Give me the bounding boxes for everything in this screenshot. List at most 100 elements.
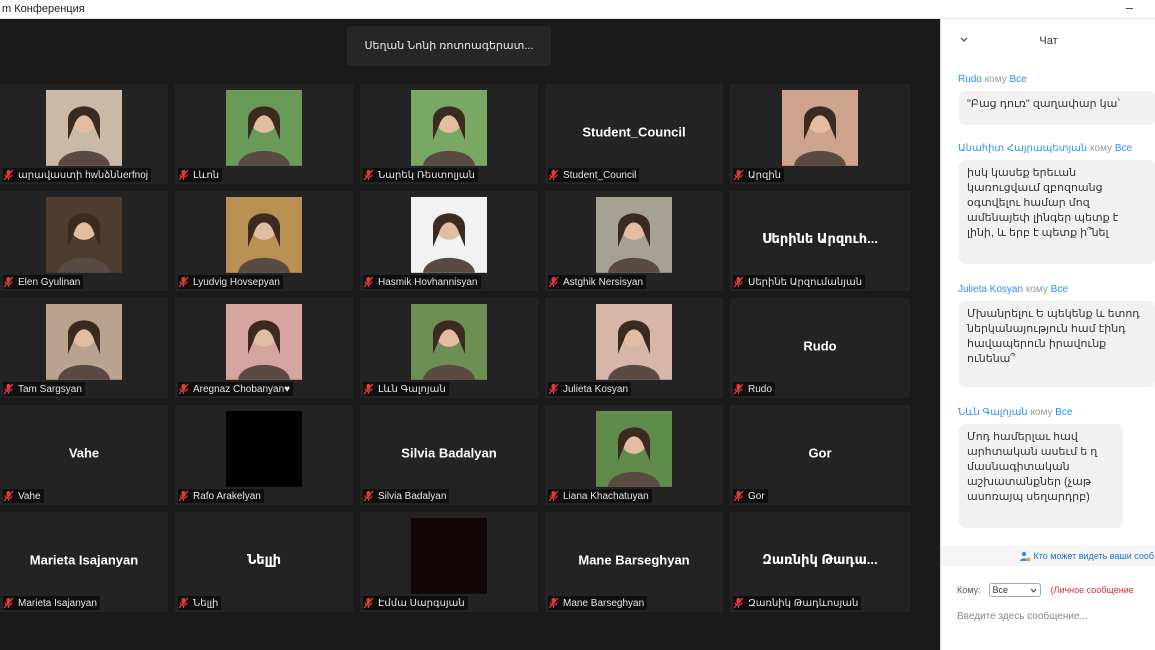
participant-tile[interactable]: Նարեկ Ռեստոլյան <box>360 84 538 184</box>
participant-tile[interactable]: Սերինե Արզուհ... Սերինե Արզումանյան <box>730 191 910 291</box>
participant-tile[interactable]: Liana Khachatuyan <box>545 405 723 505</box>
chat-header: Чат <box>941 19 1155 61</box>
muted-mic-icon <box>548 597 559 609</box>
participant-video <box>596 196 672 273</box>
participant-tile[interactable]: Արզին <box>730 84 910 184</box>
participant-name: Նարեկ Ռեստոլյան <box>378 169 475 181</box>
participant-tile[interactable]: Aregnaz Chobanyan♥ <box>175 298 353 398</box>
message-to: кому <box>1090 143 1113 154</box>
participant-label: արավաստի hwնձննerfnoj <box>3 168 151 182</box>
participant-tile[interactable]: Էմմա Սարգսյան <box>360 512 538 612</box>
muted-mic-icon <box>548 276 559 288</box>
participant-display-name: Mane Barseghyan <box>578 552 690 568</box>
message-sender[interactable]: Julieta Kosyan <box>958 284 1023 295</box>
participant-tile[interactable]: Elen Gyulinan <box>0 191 168 291</box>
chat-message-header: Julieta Kosyan кому Все <box>958 284 1068 295</box>
participant-label: Lyudvig Hovsepyan <box>178 275 283 289</box>
participant-display-name: Սերինե Արզուհ... <box>762 231 878 247</box>
message-recipient[interactable]: Все <box>1010 74 1027 85</box>
participant-video <box>782 89 858 166</box>
participant-label: Սերինե Արզումանյան <box>733 275 866 289</box>
muted-mic-icon <box>733 169 744 181</box>
participant-video <box>226 303 302 380</box>
participant-label: Gor <box>733 489 768 503</box>
private-message-label: (Личное сообщение <box>1050 585 1134 595</box>
participant-label: Marieta Isajanyan <box>3 596 100 610</box>
participant-tile[interactable]: Նելլի Նելլի <box>175 512 353 612</box>
video-gallery: Սեղան Նոնի ռոտոագերատ... արավաստի hwնձնն… <box>0 19 940 650</box>
participant-video <box>411 89 487 166</box>
muted-mic-icon <box>363 597 374 609</box>
participant-label: Student_Council <box>548 168 640 182</box>
participant-tile[interactable]: Julieta Kosyan <box>545 298 723 398</box>
muted-mic-icon <box>3 490 14 502</box>
participant-label: Julieta Kosyan <box>548 382 632 396</box>
muted-mic-icon <box>178 276 189 288</box>
participant-tile[interactable]: Hasmik Hovhannisyan <box>360 191 538 291</box>
participant-name: Elen Gyulinan <box>18 276 81 288</box>
chat-message-header: Նևն Գալոյան кому Все <box>958 407 1073 418</box>
muted-mic-icon <box>178 597 189 609</box>
participant-label: Rudo <box>733 382 775 396</box>
recording-banner[interactable]: Սեղան Նոնի ռոտոագերատ... <box>347 26 551 66</box>
participant-label: Vahe <box>3 489 44 503</box>
participant-tile[interactable]: Զառնիկ Թադա... Զառնիկ Թադևոսյան <box>730 512 910 612</box>
chat-message-bubble: "Բաց դուռ" զաղափար կա՝ <box>959 91 1155 125</box>
muted-mic-icon <box>548 383 559 395</box>
participant-label: Rafo Arakelyan <box>178 489 264 503</box>
muted-mic-icon <box>3 597 14 609</box>
participant-tile[interactable]: Astghik Nersisyan <box>545 191 723 291</box>
participant-video <box>596 303 672 380</box>
message-recipient[interactable]: Все <box>1051 284 1068 295</box>
participant-name: Vahe <box>18 490 41 502</box>
participant-label: Silvia Badalyan <box>363 489 450 503</box>
muted-mic-icon <box>178 169 189 181</box>
participant-tile[interactable]: Student_Council Student_Council <box>545 84 723 184</box>
message-sender[interactable]: Նևն Գալոյան <box>958 407 1028 418</box>
visibility-notice-text: Кто может видеть ваши сооб <box>1033 551 1155 561</box>
participant-display-name: Gor <box>808 445 832 461</box>
participant-tile[interactable]: Rafo Arakelyan <box>175 405 353 505</box>
participant-tile[interactable]: Silvia Badalyan Silvia Badalyan <box>360 405 538 505</box>
participant-name: Aregnaz Chobanyan♥ <box>193 383 291 395</box>
participant-name: Lyudvig Hovsepyan <box>193 276 280 288</box>
message-sender[interactable]: Rudo <box>958 74 982 85</box>
participant-tile[interactable]: Mane Barseghyan Mane Barseghyan <box>545 512 723 612</box>
participant-display-name: Vahe <box>68 445 100 461</box>
recipient-select[interactable]: Все <box>988 583 1041 597</box>
participant-video <box>411 517 487 594</box>
participant-name: Gor <box>748 490 765 502</box>
message-to: кому <box>1030 407 1053 418</box>
participant-label: Նելլի <box>178 596 222 610</box>
people-icon <box>1019 551 1030 562</box>
minimize-icon[interactable]: – <box>1126 0 1133 15</box>
participant-tile[interactable]: Լևն Գալոյան <box>360 298 538 398</box>
message-recipient[interactable]: Все <box>1055 407 1072 418</box>
muted-mic-icon <box>363 276 374 288</box>
recipient-label: Кому: <box>957 585 981 595</box>
participant-tile[interactable]: Gor Gor <box>730 405 910 505</box>
message-recipient[interactable]: Все <box>1115 143 1132 154</box>
chevron-down-icon <box>1030 588 1036 593</box>
muted-mic-icon <box>3 276 14 288</box>
participant-tile[interactable]: Vahe Vahe <box>0 405 168 505</box>
participant-tile[interactable]: Lyudvig Hovsepyan <box>175 191 353 291</box>
participant-name: Rafo Arakelyan <box>193 490 261 502</box>
participant-label: Լևոն <box>178 168 223 182</box>
message-sender[interactable]: Անահիտ Հայրապետյան <box>958 143 1087 154</box>
participant-label: Liana Khachatuyan <box>548 489 652 503</box>
participant-display-name: Նելլի <box>246 552 282 568</box>
participant-tile[interactable]: Rudo Rudo <box>730 298 910 398</box>
zoom-window: m Конференция – Սեղան Նոնի ռոտոագերատ...… <box>0 0 1155 650</box>
participant-tile[interactable]: Marieta Isajanyan Marieta Isajanyan <box>0 512 168 612</box>
participant-name: Julieta Kosyan <box>563 383 629 395</box>
participant-display-name: Rudo <box>803 338 837 354</box>
participant-label: Tam Sargsyan <box>3 382 85 396</box>
participant-video <box>46 196 122 273</box>
participant-tile[interactable]: Tam Sargsyan <box>0 298 168 398</box>
participant-video <box>596 410 672 487</box>
participant-tile[interactable]: արավաստի hwնձննerfnoj <box>0 84 168 184</box>
chat-visibility-notice[interactable]: Кто может видеть ваши сооб <box>941 546 1155 566</box>
chat-message-input[interactable]: Введите здесь сообщение... <box>957 611 1088 622</box>
participant-tile[interactable]: Լևոն <box>175 84 353 184</box>
